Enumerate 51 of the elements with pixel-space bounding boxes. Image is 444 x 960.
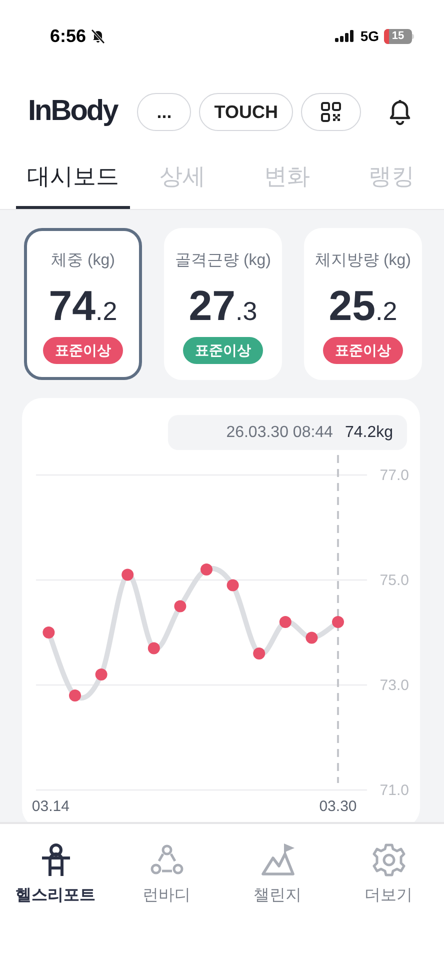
- data-point[interactable]: [148, 642, 160, 654]
- settings-icon[interactable]: [370, 842, 406, 878]
- metric-decimal: .2: [376, 298, 398, 324]
- metric-value: 74: [48, 285, 96, 327]
- y-axis-label: 73.0: [380, 677, 409, 694]
- metric-card[interactable]: 체중 (kg) 74.2 표준이상: [24, 228, 142, 380]
- data-point[interactable]: [95, 668, 108, 680]
- data-point[interactable]: [42, 626, 55, 638]
- data-point[interactable]: [332, 616, 344, 628]
- nav-label[interactable]: 헬스리포트: [16, 884, 96, 908]
- metric-title: 골격근량 (kg): [175, 251, 271, 271]
- data-point[interactable]: [306, 632, 318, 644]
- nav-label[interactable]: 챌린지: [254, 884, 302, 908]
- metric-card[interactable]: 골격근량 (kg) 27.3 표준이상: [164, 228, 282, 380]
- metric-card[interactable]: 체지방량 (kg) 25.2 표준이상: [304, 228, 422, 380]
- data-point[interactable]: [69, 690, 81, 702]
- x-axis-label: 03.14: [32, 798, 70, 815]
- data-point[interactable]: [174, 600, 186, 612]
- logo: InBody: [28, 94, 118, 130]
- x-axis-label: 03.30: [319, 798, 357, 815]
- data-point[interactable]: [253, 648, 266, 660]
- metric-title: 체지방량 (kg): [315, 251, 411, 271]
- y-axis-label: 75.0: [380, 572, 409, 589]
- metric-title: 체중 (kg): [51, 251, 115, 271]
- metric-decimal: .3: [236, 298, 258, 324]
- metric-value: 25: [328, 285, 376, 327]
- signal-icon: [335, 30, 356, 42]
- data-point[interactable]: [122, 568, 134, 581]
- metric-value: 27: [188, 285, 236, 327]
- y-axis-label: 71.0: [380, 782, 409, 799]
- qr-code-button[interactable]: [300, 93, 361, 131]
- bell-slash-icon: [90, 28, 106, 44]
- mountain-flag-icon[interactable]: [260, 842, 296, 878]
- data-point[interactable]: [279, 616, 292, 628]
- data-point[interactable]: [226, 579, 239, 592]
- status-time: 6:56: [50, 24, 86, 48]
- data-point[interactable]: [200, 564, 212, 576]
- header-button[interactable]: ...: [137, 93, 192, 131]
- status-badge: 표준이상: [323, 337, 403, 364]
- qr-code-icon: [320, 102, 341, 122]
- battery-icon: 15: [384, 28, 414, 44]
- network-type: 5G: [360, 26, 379, 46]
- status-badge: 표준이상: [43, 337, 123, 364]
- status-badge: 표준이상: [183, 337, 263, 364]
- nav-label[interactable]: 런바디: [142, 884, 190, 908]
- tooltip-date: 26.03.30 08:44: [226, 422, 333, 442]
- nav-label[interactable]: 더보기: [364, 884, 412, 908]
- metric-decimal: .2: [96, 298, 118, 324]
- y-axis-label: 77.0: [380, 467, 409, 484]
- tooltip-value: 74.2kg: [344, 422, 393, 442]
- header-button[interactable]: TOUCH: [199, 93, 293, 131]
